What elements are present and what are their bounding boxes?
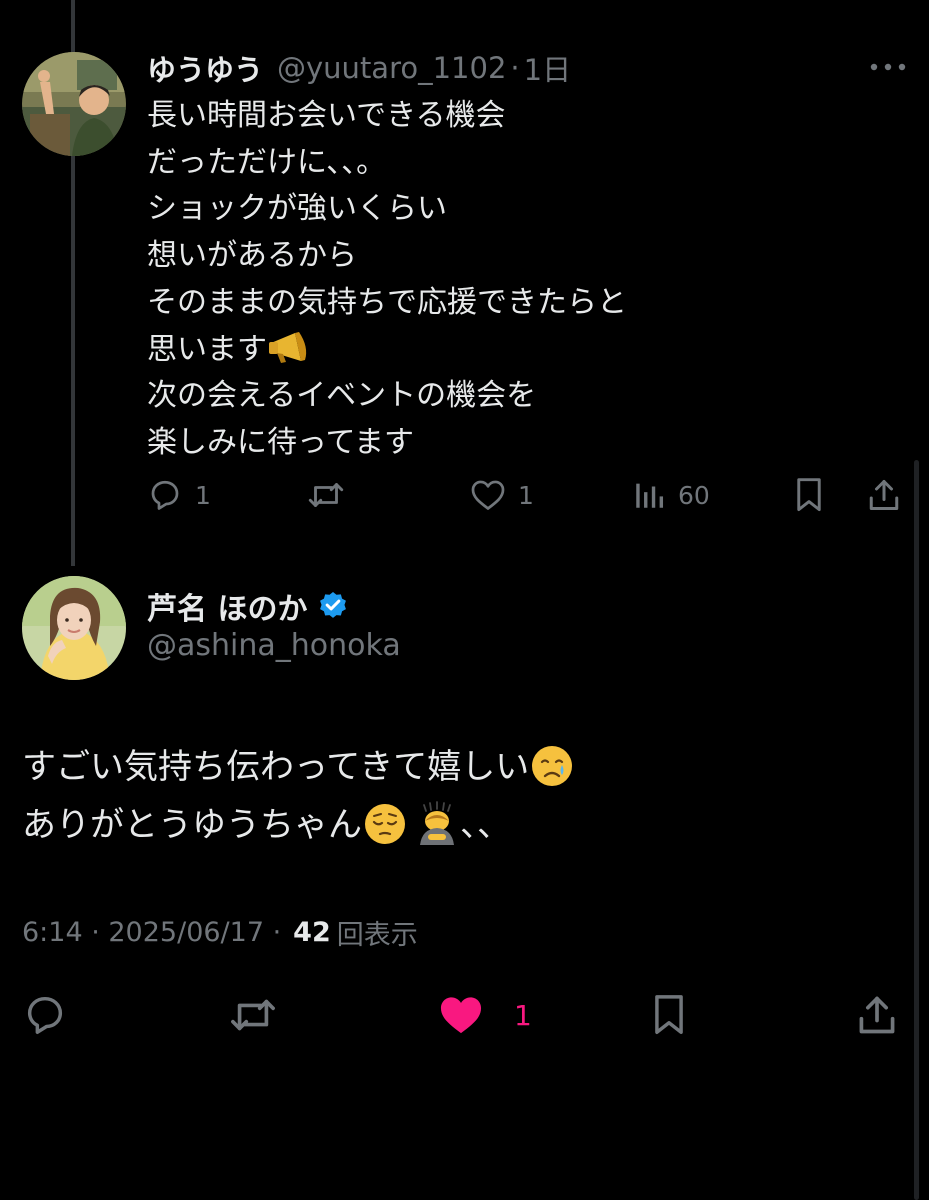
reply-text-line: 想いがあるから: [147, 238, 357, 274]
reply-text-line: 長い時間お会いできる機会: [147, 98, 506, 133]
share-icon: [866, 477, 902, 513]
tweet-metadata: 6:14 · 2025/06/17 · 42 回表示: [22, 913, 418, 952]
reply-text-line: 次の会えるイベントの機会を: [147, 378, 537, 414]
tweet-view-count[interactable]: 42: [293, 917, 331, 948]
tweet-timestamp[interactable]: 6:14 · 2025/06/17 ·: [22, 917, 281, 948]
reply-timestamp[interactable]: 1日: [524, 47, 571, 89]
reply-text-line: ショックが強いくらい: [147, 191, 447, 227]
like-filled-icon: [438, 994, 484, 1036]
bookmark-icon: [650, 992, 688, 1038]
reply-icon: [147, 477, 183, 513]
pensive-face-emoji-icon: [362, 801, 408, 847]
like-icon: [470, 478, 506, 512]
like-button[interactable]: 1: [470, 472, 534, 518]
reply-text-line: 思います: [147, 331, 267, 367]
scrollbar[interactable]: [914, 460, 919, 1200]
bookmark-button[interactable]: [792, 472, 826, 518]
reply-text: 長い時間お会いできる機会 だっただけに、、。 ショックが強いくらい 想いがあるか…: [147, 93, 887, 467]
reply-text-line: そのままの気持ちで応援できたらと: [147, 284, 627, 320]
reply-header: ゆうゆう @yuutaro_1102 · 1日: [147, 46, 571, 90]
like-count: 1: [514, 998, 532, 1032]
reply-author-handle[interactable]: @yuutaro_1102: [277, 51, 506, 85]
view-count: 60: [678, 480, 710, 510]
like-count: 1: [518, 480, 534, 510]
retweet-icon: [306, 477, 346, 513]
verified-badge-icon[interactable]: [317, 590, 349, 622]
main-text-suffix: 、、: [460, 805, 511, 845]
main-tweet-text: すごい気持ち伝わってきて嬉しい ありがとうゆうちゃん 、、: [22, 738, 902, 854]
retweet-button[interactable]: [228, 990, 278, 1040]
bookmark-icon: [792, 476, 826, 514]
main-author-name-row: 芦名 ほのか: [147, 584, 349, 628]
share-button[interactable]: [866, 472, 902, 518]
reply-separator: ·: [510, 51, 520, 85]
reply-author-name[interactable]: ゆうゆう: [147, 47, 263, 89]
share-button[interactable]: [855, 990, 899, 1040]
bookmark-button[interactable]: [650, 990, 688, 1040]
avatar[interactable]: [22, 576, 126, 680]
main-text-line-with-emoji: すごい気持ち伝わってきて嬉しい: [22, 738, 902, 796]
reply-button[interactable]: [22, 990, 68, 1040]
share-icon: [855, 993, 899, 1037]
main-text-line: すごい気持ち伝わってきて嬉しい: [22, 747, 530, 787]
main-text-line-with-emoji: ありがとうゆうちゃん 、、: [22, 796, 902, 854]
reply-count: 1: [195, 480, 211, 510]
views-button[interactable]: 60: [632, 472, 710, 518]
person-bowing-emoji-icon: [414, 800, 460, 847]
reply-button[interactable]: 1: [147, 472, 211, 518]
megaphone-emoji-icon: [267, 327, 311, 367]
reply-text-line: だっただけに、、。: [147, 144, 387, 180]
main-author-name[interactable]: 芦名 ほのか: [147, 584, 307, 628]
retweet-button[interactable]: [306, 472, 346, 518]
reply-text-line: 楽しみに待ってます: [147, 424, 414, 460]
crying-face-emoji-icon: [529, 743, 575, 789]
views-icon: [632, 478, 666, 512]
avatar[interactable]: [22, 52, 126, 156]
main-author-handle[interactable]: @ashina_honoka: [147, 628, 401, 663]
retweet-icon: [228, 992, 278, 1038]
reply-icon: [22, 992, 68, 1038]
more-icon[interactable]: [866, 52, 910, 82]
reply-text-line-with-emoji: 思います: [147, 327, 887, 374]
main-text-line: ありがとうゆうちゃん: [22, 805, 362, 845]
tweet-views-label: 回表示: [336, 920, 418, 951]
like-button[interactable]: 1: [438, 990, 532, 1040]
